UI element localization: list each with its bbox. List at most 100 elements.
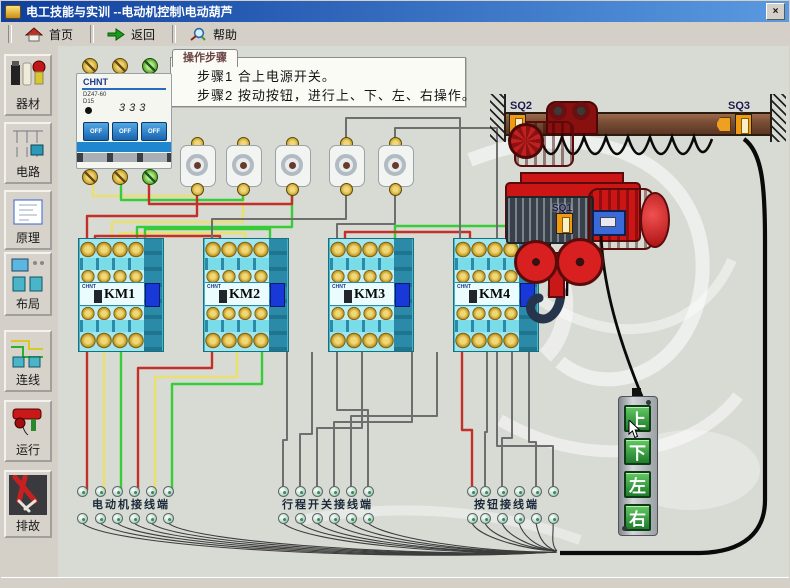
pendant-button-left[interactable]: 左 — [624, 471, 651, 498]
terminal[interactable] — [77, 513, 88, 524]
sidebar-item-label: 运行 — [16, 441, 40, 458]
fuse[interactable] — [377, 137, 413, 193]
terminal[interactable] — [346, 513, 357, 524]
fuse-terminal[interactable] — [286, 183, 299, 196]
contactor-strip — [80, 258, 144, 270]
terminal[interactable] — [312, 486, 323, 497]
terminal[interactable] — [467, 513, 478, 524]
terminal[interactable] — [95, 486, 106, 497]
breaker-terminal[interactable] — [112, 58, 128, 74]
breaker-terminal[interactable] — [112, 169, 128, 185]
terminal[interactable] — [77, 486, 88, 497]
contactor-terminal-row[interactable] — [80, 307, 144, 320]
terminal[interactable] — [146, 486, 157, 497]
contactor-terminal-row[interactable] — [330, 241, 394, 258]
contactor-strip — [455, 258, 519, 270]
terminal-group-label-limit: 行程开关接线端 — [282, 496, 373, 512]
terminal[interactable] — [146, 513, 157, 524]
terminal[interactable] — [548, 513, 559, 524]
contactor-terminal-row[interactable] — [455, 307, 519, 320]
sidebar-item-layout[interactable]: 布局 — [4, 252, 52, 316]
terminal[interactable] — [531, 486, 542, 497]
contactor-terminal-row[interactable] — [205, 241, 269, 258]
terminal[interactable] — [346, 486, 357, 497]
terminal[interactable] — [278, 486, 289, 497]
terminal[interactable] — [112, 513, 123, 524]
trolley-motor-fan — [508, 123, 544, 159]
contactor-terminal-row[interactable] — [80, 332, 144, 349]
hoist-control-box — [592, 210, 626, 236]
contactor-button[interactable] — [520, 283, 535, 307]
contactor-button[interactable] — [395, 283, 410, 307]
hook-pulley — [514, 240, 558, 284]
contactor-terminal-row[interactable] — [205, 307, 269, 320]
contactor-button[interactable] — [270, 283, 285, 307]
sidebar-item-equipment[interactable]: 器材 — [4, 54, 52, 116]
fuse[interactable] — [328, 137, 364, 193]
limit-switch-sq1[interactable] — [556, 213, 573, 234]
terminal[interactable] — [480, 486, 491, 497]
terminal[interactable] — [295, 513, 306, 524]
pendant-button-right[interactable]: 右 — [624, 504, 651, 531]
terminal[interactable] — [312, 513, 323, 524]
fuse[interactable] — [274, 137, 310, 193]
breaker-switch-off[interactable]: OFF — [83, 122, 109, 141]
terminal[interactable] — [363, 486, 374, 497]
contactor-terminal-row[interactable] — [330, 332, 394, 349]
terminal[interactable] — [467, 486, 478, 497]
breaker-terminal[interactable] — [82, 169, 98, 185]
home-button[interactable]: 首页 — [19, 24, 83, 45]
fuse-terminal[interactable] — [340, 183, 353, 196]
terminal[interactable] — [531, 513, 542, 524]
back-button[interactable]: 返回 — [101, 24, 165, 45]
terminal[interactable] — [129, 513, 140, 524]
terminal[interactable] — [329, 486, 340, 497]
contactor-km2[interactable]: CHNT KM2 — [203, 238, 289, 352]
contactor-terminal-row[interactable] — [205, 332, 269, 349]
terminal[interactable] — [112, 486, 123, 497]
breaker-terminal[interactable] — [142, 58, 158, 74]
terminal[interactable] — [329, 513, 340, 524]
sidebar-item-circuit[interactable]: 电路 — [4, 122, 52, 184]
terminal[interactable] — [95, 513, 106, 524]
wiring-icon — [9, 335, 47, 369]
terminal[interactable] — [548, 486, 559, 497]
breaker-terminal[interactable] — [82, 58, 98, 74]
close-button[interactable]: × — [766, 3, 785, 20]
breaker-switch-off[interactable]: OFF — [141, 122, 167, 141]
contactor-button[interactable] — [145, 283, 160, 307]
sidebar-item-wiring[interactable]: 连线 — [4, 330, 52, 392]
sidebar-item-principle[interactable]: 原理 — [4, 190, 52, 250]
circuit-breaker[interactable]: CHNT DZ47-60 D15 333 OFF OFF OFF — [76, 56, 170, 184]
contactor-km1[interactable]: CHNT KM1 — [78, 238, 164, 352]
contactor-terminal-row[interactable] — [455, 332, 519, 349]
contactor-km3[interactable]: CHNT KM3 — [328, 238, 414, 352]
fuse-terminal[interactable] — [237, 183, 250, 196]
fuse-terminal[interactable] — [191, 183, 204, 196]
terminal[interactable] — [497, 513, 508, 524]
contactor-terminal-row[interactable] — [330, 307, 394, 320]
terminal[interactable] — [480, 513, 491, 524]
terminal[interactable] — [514, 513, 525, 524]
limit-switch-sq3[interactable] — [735, 114, 752, 135]
contactor-terminal-row[interactable] — [80, 241, 144, 258]
contactor-strip — [455, 320, 519, 332]
terminal[interactable] — [278, 513, 289, 524]
breaker-switch-off[interactable]: OFF — [112, 122, 138, 141]
sidebar-item-troubleshoot[interactable]: 排故 — [4, 470, 52, 538]
terminal[interactable] — [295, 486, 306, 497]
breaker-terminal[interactable] — [142, 169, 158, 185]
fuse[interactable] — [179, 137, 215, 193]
help-button[interactable]: 帮助 — [183, 24, 247, 45]
sidebar-item-run[interactable]: 运行 — [4, 400, 52, 462]
fuse-body — [275, 145, 311, 187]
fuse-terminal[interactable] — [389, 183, 402, 196]
terminal[interactable] — [514, 486, 525, 497]
terminal[interactable] — [363, 513, 374, 524]
terminal[interactable] — [497, 486, 508, 497]
terminal[interactable] — [163, 513, 174, 524]
pendant-button-down[interactable]: 下 — [624, 438, 651, 465]
fuse[interactable] — [225, 137, 261, 193]
terminal[interactable] — [129, 486, 140, 497]
terminal[interactable] — [163, 486, 174, 497]
